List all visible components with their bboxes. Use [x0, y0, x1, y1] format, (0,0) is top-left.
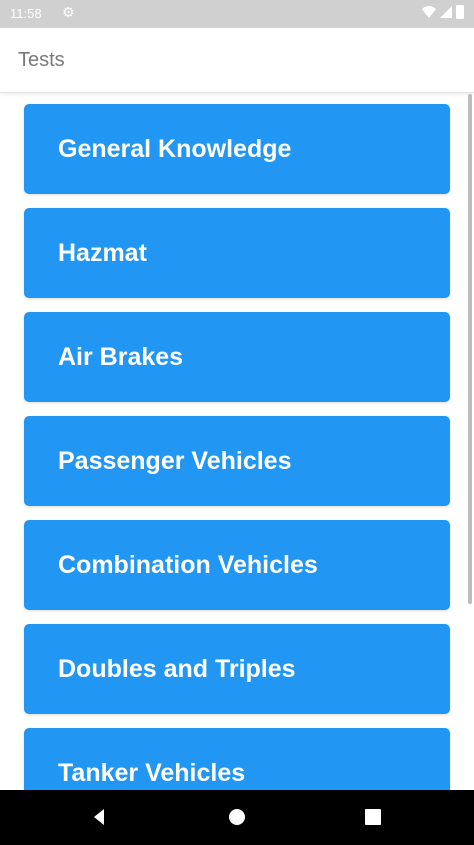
back-button[interactable]	[70, 790, 130, 845]
test-card-doubles-and-triples[interactable]: Doubles and Triples	[24, 624, 450, 714]
test-card-label: General Knowledge	[58, 135, 292, 163]
test-card-passenger-vehicles[interactable]: Passenger Vehicles	[24, 416, 450, 506]
test-card-label: Combination Vehicles	[58, 551, 318, 579]
test-card-label: Passenger Vehicles	[58, 447, 292, 475]
page-title: Tests	[18, 49, 65, 71]
app-bar: Tests	[0, 28, 474, 93]
battery-icon	[456, 5, 464, 19]
signal-icon	[440, 6, 452, 18]
home-button[interactable]	[207, 790, 267, 845]
test-list[interactable]: General Knowledge Hazmat Air Brakes Pass…	[0, 93, 474, 790]
back-icon	[94, 809, 104, 825]
test-card-air-brakes[interactable]: Air Brakes	[24, 312, 450, 402]
test-card-tanker-vehicles[interactable]: Tanker Vehicles	[24, 728, 450, 790]
gear-icon: ⚙	[62, 4, 75, 20]
recents-icon	[365, 809, 381, 825]
test-card-general-knowledge[interactable]: General Knowledge	[24, 104, 450, 194]
test-card-label: Doubles and Triples	[58, 655, 296, 683]
status-bar: 11:58 ⚙	[0, 0, 474, 28]
test-card-label: Tanker Vehicles	[58, 759, 246, 787]
test-card-combination-vehicles[interactable]: Combination Vehicles	[24, 520, 450, 610]
scrollbar[interactable]	[468, 94, 472, 604]
recents-button[interactable]	[343, 790, 403, 845]
test-card-label: Air Brakes	[58, 343, 184, 371]
home-icon	[229, 809, 245, 825]
test-card-hazmat[interactable]: Hazmat	[24, 208, 450, 298]
status-icons	[422, 5, 464, 19]
test-card-label: Hazmat	[58, 239, 147, 267]
wifi-icon	[422, 6, 436, 18]
status-time: 11:58	[10, 6, 42, 21]
nav-bar	[0, 790, 474, 845]
